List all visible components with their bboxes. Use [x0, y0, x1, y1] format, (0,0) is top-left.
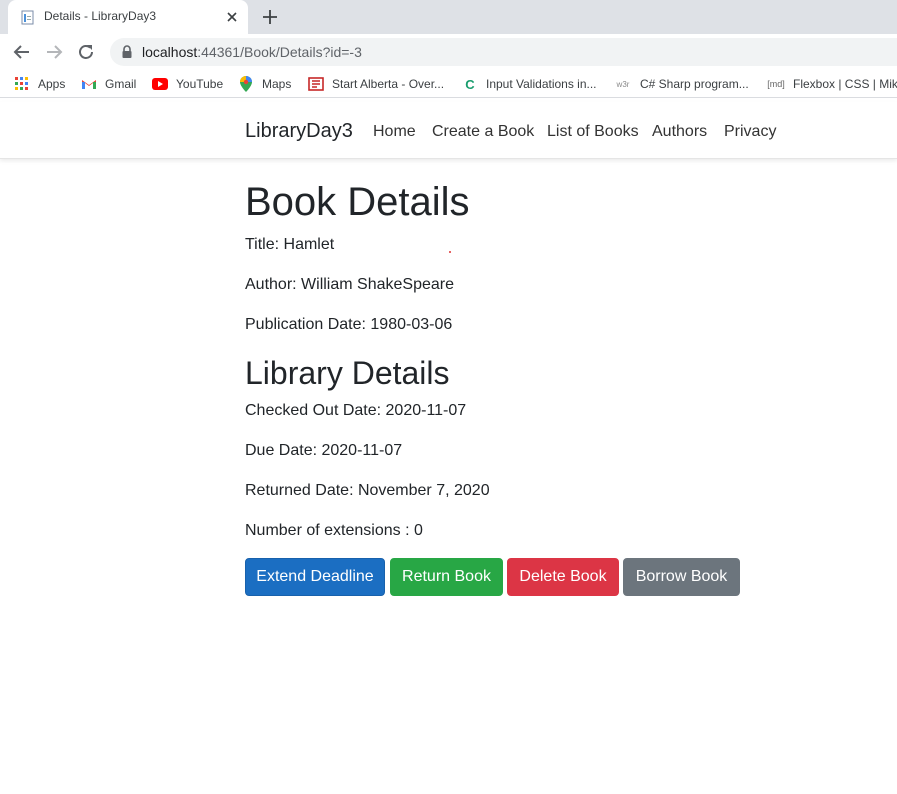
start-alberta-icon — [308, 76, 324, 92]
nav-link-authors[interactable]: Authors — [652, 123, 707, 141]
w3r-icon: w3r — [616, 79, 630, 89]
back-arrow-icon[interactable] — [12, 42, 32, 62]
checked-out-date: Checked Out Date: 2020-11-07 — [245, 402, 467, 419]
url-path: :44361/Book/Details?id=-3 — [197, 44, 362, 60]
nav-link-list-books[interactable]: List of Books — [547, 123, 639, 141]
bookmark-label: Start Alberta - Over... — [332, 77, 445, 91]
bookmarks-bar: Apps Gmail YouTube Maps Start Alberta - … — [0, 70, 897, 98]
address-bar[interactable]: localhost:44361/Book/Details?id=-3 — [110, 38, 897, 66]
return-book-button[interactable]: Return Book — [390, 558, 503, 596]
navbar-brand[interactable]: LibraryDay3 — [245, 120, 353, 143]
bookmark-start-alberta[interactable]: Start Alberta - Over... — [308, 75, 444, 93]
number-of-extensions: Number of extensions : 0 — [245, 522, 423, 539]
bookmark-label: Input Validations in... — [486, 77, 597, 91]
bookmark-label: Maps — [262, 77, 292, 91]
url-host: localhost — [142, 44, 198, 60]
new-tab-icon[interactable] — [261, 8, 279, 26]
due-date: Due Date: 2020-11-07 — [245, 442, 403, 459]
returned-date: Returned Date: November 7, 2020 — [245, 482, 490, 499]
page-title: Book Details — [245, 180, 470, 224]
bookmark-gmail[interactable]: Gmail — [81, 75, 136, 93]
bookmark-csharp[interactable]: w3r C# Sharp program... — [614, 75, 749, 93]
bookmark-label: Apps — [38, 77, 66, 91]
stray-dot — [449, 251, 451, 253]
bookmark-apps[interactable]: Apps — [14, 75, 65, 93]
browser-toolbar: localhost:44361/Book/Details?id=-3 — [0, 34, 897, 70]
bookmark-label: Gmail — [105, 77, 137, 91]
forward-arrow-icon[interactable] — [44, 42, 64, 62]
library-details-heading: Library Details — [245, 355, 450, 391]
youtube-icon — [152, 76, 168, 92]
bookmark-label: YouTube — [176, 77, 224, 91]
close-icon[interactable] — [224, 9, 240, 25]
browser-tab-strip: Details - LibraryDay3 — [0, 0, 897, 34]
lock-icon — [122, 45, 132, 58]
gmail-icon — [81, 76, 97, 92]
bookmark-maps[interactable]: Maps — [238, 75, 291, 93]
book-title: Title: Hamlet — [245, 236, 335, 253]
bookmark-flexbox[interactable]: [md] Flexbox | CSS | Mike — [767, 75, 897, 93]
c-icon: C — [465, 76, 475, 92]
bookmark-label: C# Sharp program... — [640, 77, 749, 91]
bookmark-youtube[interactable]: YouTube — [152, 75, 223, 93]
reload-icon[interactable] — [76, 42, 96, 62]
tab-title: Details - LibraryDay3 — [44, 9, 157, 23]
extend-deadline-button[interactable]: Extend Deadline — [245, 558, 385, 596]
browser-tab[interactable]: Details - LibraryDay3 — [8, 0, 248, 34]
url-text: localhost:44361/Book/Details?id=-3 — [142, 44, 362, 60]
book-author: Author: William ShakeSpeare — [245, 276, 454, 293]
maps-icon — [238, 76, 254, 92]
nav-link-create-book[interactable]: Create a Book — [432, 123, 534, 141]
site-navbar: LibraryDay3 Home Create a Book List of B… — [0, 102, 897, 159]
nav-link-home[interactable]: Home — [373, 123, 416, 141]
borrow-book-button[interactable]: Borrow Book — [623, 558, 740, 596]
md-icon: [md] — [767, 79, 785, 89]
nav-link-privacy[interactable]: Privacy — [724, 123, 776, 141]
delete-book-button[interactable]: Delete Book — [507, 558, 619, 596]
apps-grid-icon — [14, 76, 30, 92]
bookmark-input-validations[interactable]: C Input Validations in... — [462, 75, 597, 93]
book-publication-date: Publication Date: 1980-03-06 — [245, 316, 453, 333]
page-favicon-icon — [21, 10, 34, 25]
bookmark-label: Flexbox | CSS | Mike — [793, 77, 897, 91]
